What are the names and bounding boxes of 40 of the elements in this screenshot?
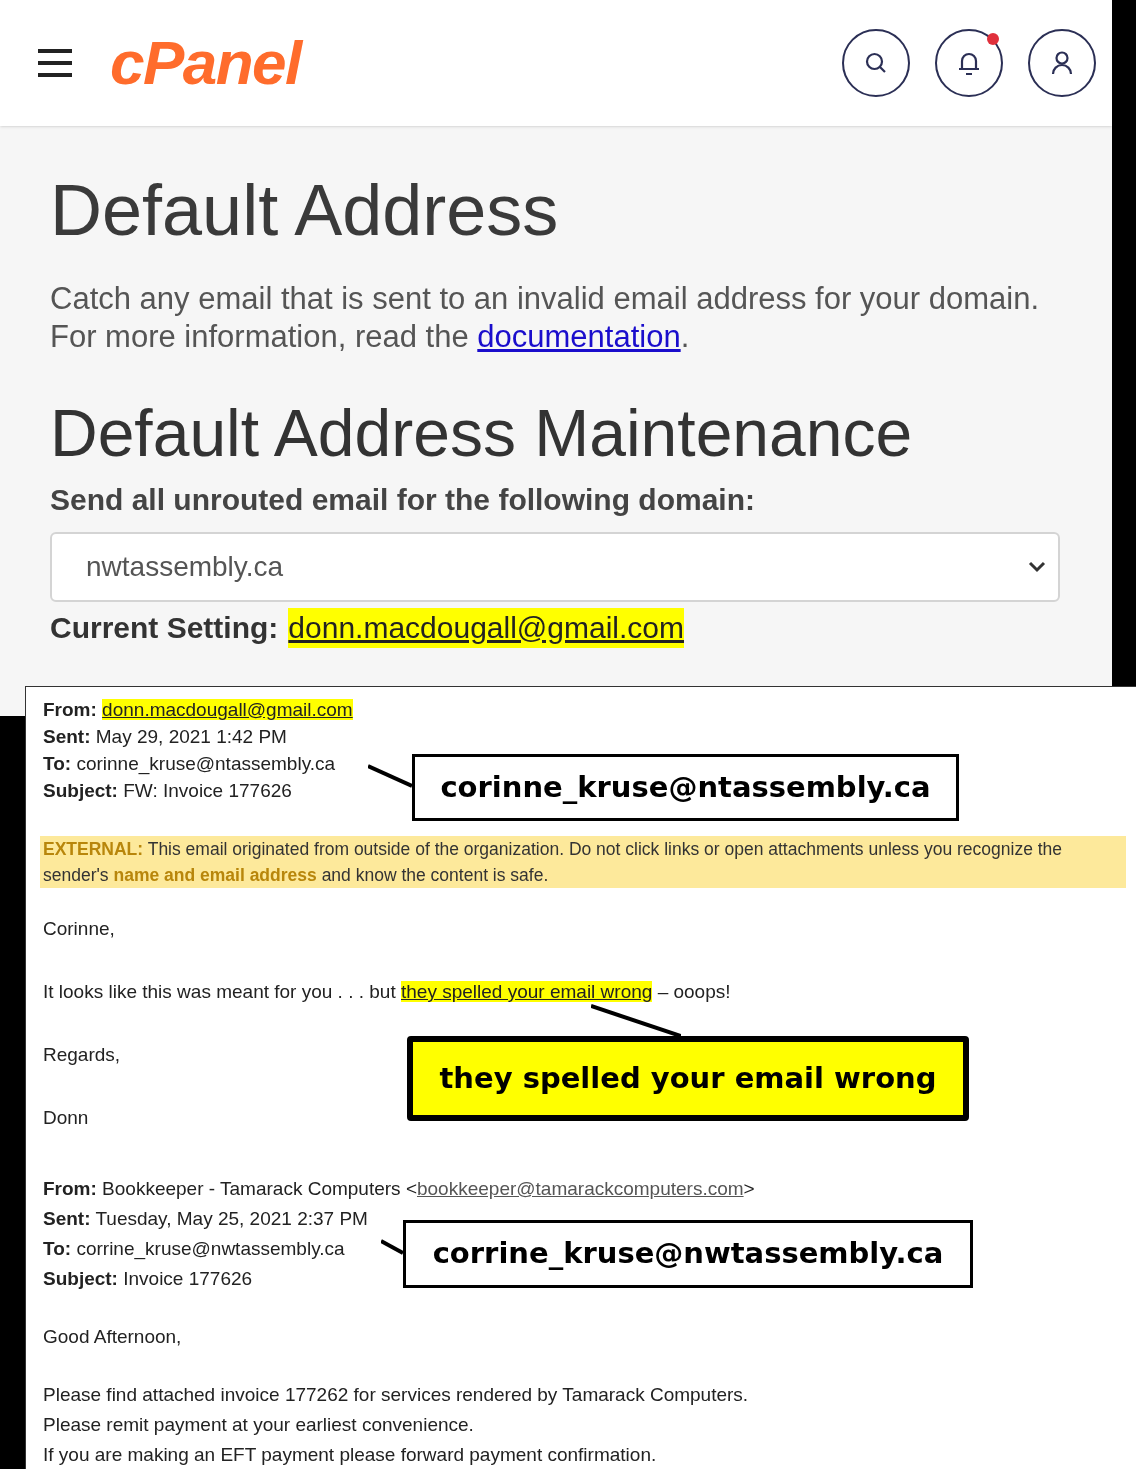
email-body-text: Regards,	[43, 1043, 121, 1067]
callout-label: they spelled your email wrong	[407, 1036, 969, 1121]
more-info-text: .	[680, 318, 690, 356]
email-body-text: Donn	[43, 1106, 89, 1130]
user-button[interactable]	[1028, 29, 1096, 97]
current-setting-label: Current Setting:	[50, 610, 279, 646]
leader-line	[368, 763, 412, 789]
search-icon	[864, 51, 888, 75]
email-body-text: Corinne,	[43, 917, 115, 941]
email-body-text: Good Afternoon,	[43, 1325, 182, 1349]
email-body-text: If you are making an EFT payment please forward payment confirmation.	[43, 1443, 657, 1467]
email-header-line: To: corinne_kruse@ntassembly.ca	[43, 752, 336, 777]
domain-label: Send all unrouted email for the following domain:	[50, 482, 756, 518]
email-body-text: Please remit payment at your earliest convenience.	[43, 1413, 474, 1437]
domain-select[interactable]: nwtassembly.ca	[50, 532, 1060, 602]
notifications-button[interactable]	[935, 29, 1003, 97]
more-info-text: For more information, read the	[50, 318, 470, 356]
email-header-line: Subject: FW: Invoice 177626	[43, 779, 292, 803]
email-header-line: Sent: Tuesday, May 25, 2021 2:37 PM	[43, 1207, 368, 1231]
bell-icon	[957, 50, 981, 76]
email-body-text: Please find attached invoice 177262 for services rendered by Tamarack Computers.	[43, 1383, 749, 1407]
chevron-down-icon	[1028, 561, 1046, 573]
email-body-text: It looks like this was meant for you . . . but they spelled your email wrong – ooops!	[43, 980, 731, 1004]
search-button[interactable]	[842, 29, 910, 97]
external-warning-banner: EXTERNAL: This email originated from outside of the organization. Do not click links or open attachments unless you recognize the sender's name and email address and know the content is safe.	[40, 836, 1126, 888]
email-header-line: From: Bookkeeper - Tamarack Computers <bookkeeper@tamarackcomputers.com>	[43, 1177, 755, 1201]
email-header-line: From: donn.macdougall@gmail.com	[43, 698, 353, 722]
leader-line	[381, 1238, 403, 1256]
documentation-link[interactable]: documentation	[477, 318, 681, 356]
callout-label: corinne_kruse@ntassembly.ca	[412, 754, 959, 821]
email-header-line: Subject: Invoice 177626	[43, 1267, 253, 1291]
email-header-line: Sent: May 29, 2021 1:42 PM	[43, 725, 287, 749]
page-title: Default Address	[50, 170, 560, 250]
callout-label: corrine_kruse@nwtassembly.ca	[403, 1220, 973, 1288]
menu-icon[interactable]	[38, 48, 72, 78]
email-header-line: To: corrine_kruse@nwtassembly.ca	[43, 1237, 345, 1262]
user-icon	[1050, 50, 1074, 76]
intro-text: Catch any email that is sent to an invalid email address for your domain.	[50, 280, 1041, 318]
current-setting-value: donn.macdougall@gmail.com	[288, 608, 684, 648]
section-title: Default Address Maintenance	[50, 398, 914, 468]
